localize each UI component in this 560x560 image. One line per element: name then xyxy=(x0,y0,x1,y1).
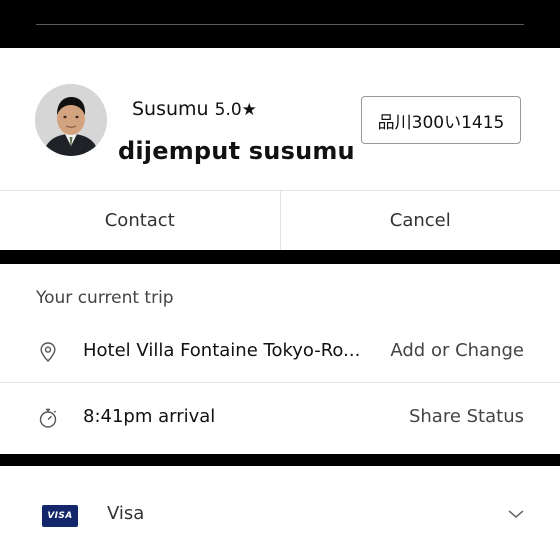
chevron-down-icon[interactable] xyxy=(507,508,525,520)
add-or-change-link[interactable]: Add or Change xyxy=(390,340,524,361)
pickup-status-title: dijemput susumu xyxy=(118,137,355,165)
driver-photo xyxy=(35,84,107,156)
top-divider-line xyxy=(36,24,524,25)
payment-method-row[interactable]: VISA Visa xyxy=(0,466,560,560)
driver-avatar[interactable] xyxy=(35,84,107,156)
current-trip-card: Your current trip Hotel Villa Fontaine T… xyxy=(0,264,560,454)
trip-section-title: Your current trip xyxy=(36,288,174,308)
driver-name: Susumu xyxy=(132,98,209,120)
driver-card: Susumu 5.0★ dijemput susumu 品川300い1415 xyxy=(0,48,560,190)
driver-actions-row: Contact Cancel xyxy=(0,190,560,250)
share-status-link[interactable]: Share Status xyxy=(409,406,524,427)
visa-card-icon: VISA xyxy=(42,505,78,527)
destination-text: Hotel Villa Fontaine Tokyo-Ro... xyxy=(83,340,361,361)
license-plate-badge: 品川300い1415 xyxy=(361,96,521,144)
arrival-row[interactable]: 8:41pm arrival Share Status xyxy=(0,388,560,448)
payment-method-label: Visa xyxy=(107,503,145,524)
driver-name-line: Susumu 5.0★ xyxy=(132,98,257,120)
top-header-bar xyxy=(0,0,560,48)
stopwatch-icon xyxy=(39,408,57,428)
destination-row[interactable]: Hotel Villa Fontaine Tokyo-Ro... Add or … xyxy=(0,322,560,382)
section-separator-band xyxy=(0,250,560,264)
driver-rating: 5.0★ xyxy=(214,100,257,120)
contact-button[interactable]: Contact xyxy=(0,191,280,250)
location-pin-icon xyxy=(40,342,56,362)
cancel-button[interactable]: Cancel xyxy=(280,191,560,250)
section-separator-band xyxy=(0,454,560,466)
arrival-time-text: 8:41pm arrival xyxy=(83,406,216,427)
row-divider xyxy=(0,382,560,383)
